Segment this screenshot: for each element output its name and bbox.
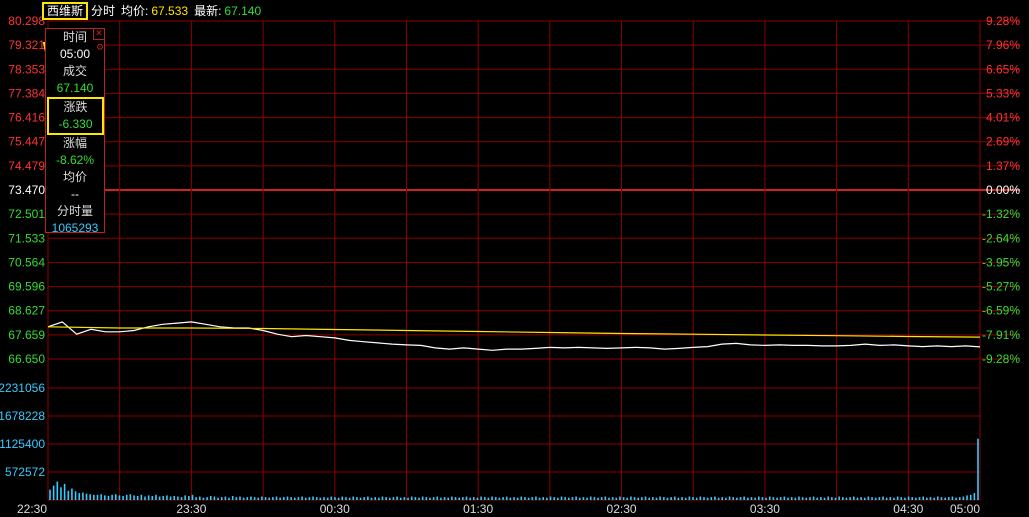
avg-label: 均价: (121, 4, 149, 18)
left-tick-label: 67.659 (8, 328, 45, 342)
left-tick-label: 76.416 (8, 111, 45, 125)
volume-tick-label: 572572 (5, 465, 45, 479)
tooltip-minute-vol-value: 1065293 (51, 221, 99, 235)
time-tick-label: 05:00 (950, 502, 980, 516)
time-tick-label: 04:30 (893, 502, 923, 516)
right-tick-label: -6.59% (982, 304, 1020, 318)
tooltip-volume-value: 67.140 (56, 81, 94, 95)
volume-tick-label: 1678228 (0, 409, 45, 423)
left-tick-label: 70.564 (8, 255, 45, 269)
stock-name[interactable]: 西维斯 (42, 1, 89, 20)
tooltip-change-highlight: 涨跌 -6.330 (47, 97, 104, 135)
left-tick-label: 72.501 (8, 207, 45, 221)
intraday-chart[interactable]: 80.29879.32178.35377.38476.41675.44774.4… (0, 0, 1029, 517)
left-tick-label: 71.533 (8, 231, 45, 245)
tooltip-avg-label: 均价 (62, 170, 87, 184)
right-percent-axis: 9.28% 7.96% 6.65% 5.33% 4.01% 2.69% 1.37% 0.00%… (982, 14, 1020, 366)
left-tick-label: 74.479 (8, 159, 45, 173)
volume-tick-label: 2231056 (0, 381, 45, 395)
left-tick-label: 80.298 (8, 14, 45, 28)
chart-header: 西维斯 分时 均价: 67.533 最新: 67.140 (42, 1, 267, 20)
right-tick-label: 5.33% (986, 86, 1020, 100)
right-tick-label: 9.28% (986, 14, 1020, 28)
left-tick-label: 75.447 (8, 135, 45, 149)
tooltip-change-value: -6.330 (58, 117, 93, 131)
chart-background (0, 0, 1029, 517)
latest-label: 最新: (194, 4, 222, 18)
left-tick-label: 69.596 (8, 280, 45, 294)
right-tick-label: -1.32% (982, 207, 1020, 221)
tooltip-minute-vol-label: 分时量 (56, 204, 93, 218)
gear-icon[interactable]: ⚙ (95, 42, 105, 52)
latest-value: 67.140 (224, 3, 262, 18)
time-tick-label: 00:30 (320, 502, 350, 516)
left-tick-label: 73.470 (8, 183, 45, 197)
right-tick-label: 0.00% (986, 183, 1020, 197)
time-tick-label: 01:30 (463, 502, 493, 516)
right-tick-label: 1.37% (986, 159, 1020, 173)
time-tick-label: 02:30 (607, 502, 637, 516)
tooltip-avg-value: -- (71, 187, 79, 201)
crosshair-tooltip: ✕ ⚙ 时间 05:00 成交 67.140 涨跌 -6.330 涨幅 -8.6… (45, 28, 105, 235)
right-tick-label: 6.65% (986, 62, 1020, 76)
avg-value: 67.533 (151, 3, 189, 18)
right-tick-label: -7.91% (982, 328, 1020, 342)
right-tick-label: 2.69% (986, 135, 1020, 149)
mode-label: 分时 (91, 4, 116, 18)
tooltip-volume-label: 成交 (62, 64, 87, 78)
left-tick-label: 66.650 (8, 352, 45, 366)
right-tick-label: -3.95% (982, 255, 1020, 269)
left-tick-label: 68.627 (8, 304, 45, 318)
volume-tick-label: 1125400 (0, 437, 45, 451)
time-tick-label: 03:30 (750, 502, 780, 516)
right-tick-label: -2.64% (982, 231, 1020, 245)
right-tick-label: 4.01% (986, 111, 1020, 125)
time-tick-label: 23:30 (176, 502, 206, 516)
right-tick-label: -5.27% (982, 280, 1020, 294)
close-icon[interactable]: ✕ (93, 28, 105, 40)
tooltip-change-label: 涨跌 (63, 100, 88, 114)
tooltip-pct-label: 涨幅 (62, 136, 87, 150)
tooltip-pct-value: -8.62% (55, 153, 95, 167)
time-tick-label: 22:30 (17, 502, 47, 516)
right-tick-label: 7.96% (986, 38, 1020, 52)
right-tick-label: -9.28% (982, 352, 1020, 366)
